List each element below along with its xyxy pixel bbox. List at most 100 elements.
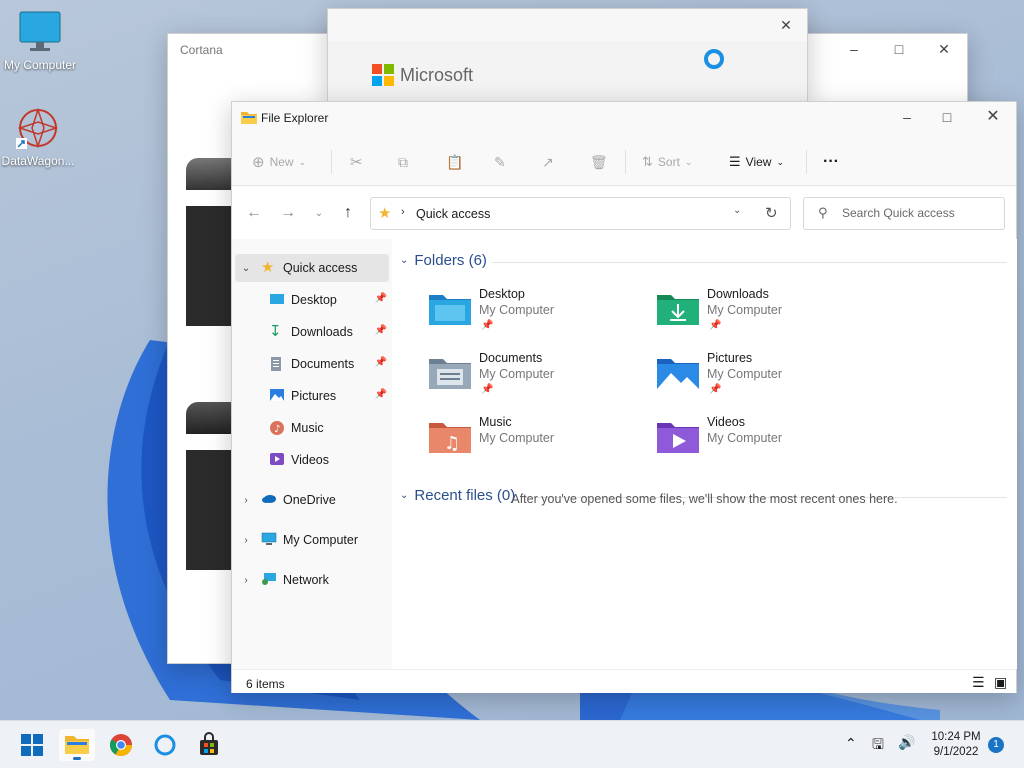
maximize-button[interactable]: □ [889, 39, 909, 59]
sidebar-item-my-computer[interactable]: › My Computer [235, 526, 389, 554]
desktop-icon-my-computer[interactable]: My Computer [0, 10, 80, 72]
pin-icon[interactable]: 📌 [375, 357, 387, 368]
sidebar-item-quick-access[interactable]: ⌄ ★ Quick access [235, 254, 389, 282]
folder-location: My Computer [707, 303, 783, 317]
pin-icon[interactable]: 📌 [375, 389, 387, 400]
show-hidden-icons-button[interactable]: ⌃ [845, 735, 857, 752]
section-divider [492, 262, 1007, 263]
sidebar-item-desktop[interactable]: Desktop 📌 [235, 286, 389, 314]
recent-files-empty-message: After you've opened some files, we'll sh… [511, 492, 898, 506]
sidebar-item-network[interactable]: › Network [235, 566, 389, 594]
copy-button[interactable]: ⧉ [398, 150, 408, 174]
sort-button-label: Sort [657, 155, 680, 169]
expand-chevron-icon[interactable]: › [239, 535, 253, 546]
folder-location: My Computer [479, 303, 555, 317]
breadcrumb-quick-access[interactable]: Quick access [416, 207, 490, 221]
content-card [186, 450, 236, 570]
folders-section-header[interactable]: ⌄ Folders (6) [400, 252, 487, 269]
sidebar-item-onedrive[interactable]: › OneDrive [235, 486, 389, 514]
expand-chevron-icon[interactable]: ⌄ [239, 263, 253, 274]
content-pane: ⌄ Folders (6) Desktop My Computer 📌 Down… [392, 239, 1017, 669]
taskbar-cortana[interactable] [147, 729, 183, 761]
address-bar[interactable]: ★ › Quick access ⌄ ↻ [370, 197, 791, 230]
taskbar-file-explorer[interactable] [59, 729, 95, 761]
sidebar-item-label: Downloads [291, 325, 353, 339]
title-bar[interactable]: File Explorer – □ ✕ [232, 102, 1016, 132]
sidebar-item-label: Desktop [291, 293, 337, 307]
pin-icon[interactable]: 📌 [375, 293, 387, 304]
chevron-down-icon: ⌄ [684, 156, 693, 167]
see-more-button[interactable]: ··· [823, 150, 839, 174]
desktop-icon-label: DataWagon... [1, 154, 75, 168]
search-input[interactable] [842, 206, 992, 220]
folder-tile-downloads[interactable]: Downloads My Computer 📌 [657, 285, 877, 343]
picture-icon [269, 388, 285, 404]
window-title: File Explorer [261, 111, 329, 125]
view-button[interactable]: ☰ View ⌄ [729, 150, 784, 174]
pin-icon: 📌 [709, 320, 722, 331]
sidebar-item-label: OneDrive [283, 493, 336, 507]
back-button[interactable]: ← [244, 204, 264, 222]
folder-tile-pictures[interactable]: Pictures My Computer 📌 [657, 349, 877, 407]
close-button[interactable]: ✕ [934, 39, 954, 59]
share-button[interactable]: ↗ [542, 150, 554, 174]
expand-chevron-icon[interactable]: › [239, 495, 253, 506]
details-view-icon[interactable]: ☰ [972, 674, 985, 691]
rename-button[interactable]: ✎ [494, 150, 506, 174]
paste-button[interactable]: 📋 [446, 150, 463, 174]
chevron-down-icon: ⌄ [298, 156, 307, 167]
volume-icon[interactable]: 🔊 [898, 734, 915, 751]
tiles-view-icon[interactable]: ▣ [994, 674, 1007, 691]
folder-location: My Computer [479, 367, 555, 381]
folder-name: Videos [707, 415, 745, 429]
file-explorer-window[interactable]: File Explorer – □ ✕ ⊕ New ⌄ ✂ ⧉ 📋 ✎ ↗ 🗑 … [231, 101, 1017, 693]
folder-tile-videos[interactable]: Videos My Computer [657, 413, 877, 471]
taskbar-store[interactable] [191, 729, 227, 761]
more-icon: ··· [823, 153, 839, 170]
close-button[interactable]: ✕ [776, 15, 796, 35]
microsoft-splash-window[interactable]: ✕ Microsoft [327, 8, 808, 102]
folder-tile-desktop[interactable]: Desktop My Computer 📌 [429, 285, 649, 343]
up-button[interactable]: ↑ [338, 204, 358, 222]
taskbar-chrome[interactable] [103, 729, 139, 761]
folder-name: Downloads [707, 287, 769, 301]
new-button-label: New [269, 155, 294, 169]
sidebar-item-downloads[interactable]: ↧ Downloads 📌 [235, 318, 389, 346]
new-button[interactable]: ⊕ New ⌄ [252, 150, 306, 174]
sort-button[interactable]: ⇅ Sort ⌄ [642, 150, 692, 174]
monitor-icon [16, 10, 64, 56]
expand-chevron-icon[interactable]: › [239, 575, 253, 586]
cut-button[interactable]: ✂ [350, 150, 363, 174]
folder-tile-documents[interactable]: Documents My Computer 📌 [429, 349, 649, 407]
delete-button[interactable]: 🗑 [590, 150, 608, 174]
sidebar-item-label: Pictures [291, 389, 337, 403]
download-icon: ↧ [269, 323, 282, 340]
sidebar-item-documents[interactable]: Documents 📌 [235, 350, 389, 378]
sidebar-item-pictures[interactable]: Pictures 📌 [235, 382, 389, 410]
sidebar-item-label: Network [283, 573, 329, 587]
pin-icon[interactable]: 📌 [375, 325, 387, 336]
search-box[interactable]: ⚲ [803, 197, 1005, 230]
system-clock[interactable]: 10:24 PM 9/1/2022 [924, 730, 988, 760]
maximize-button[interactable]: □ [937, 107, 957, 127]
folder-tile-music[interactable]: ♫ Music My Computer [429, 413, 649, 471]
recent-locations-button[interactable]: ⌄ [309, 208, 329, 219]
minimize-button[interactable]: – [897, 107, 917, 127]
share-icon: ↗ [542, 153, 554, 170]
svg-text:♫: ♫ [444, 433, 460, 454]
refresh-icon[interactable]: ↻ [765, 204, 778, 222]
collapse-chevron-icon[interactable]: ⌄ [400, 255, 408, 266]
notification-badge[interactable]: 1 [988, 737, 1004, 753]
minimize-button[interactable]: – [844, 39, 864, 59]
sidebar-item-videos[interactable]: Videos [235, 446, 389, 474]
navigation-bar: ← → ⌄ ↑ ★ › Quick access ⌄ ↻ ⚲ [232, 187, 1016, 239]
start-button[interactable] [14, 729, 50, 761]
forward-button[interactable]: → [278, 204, 298, 222]
network-status-icon[interactable]: 🖫 [872, 734, 884, 758]
sidebar-item-label: My Computer [283, 533, 359, 547]
sidebar-item-music[interactable]: ♪ Music [235, 414, 389, 442]
address-history-chevron-icon[interactable]: ⌄ [733, 205, 741, 216]
svg-text:♪: ♪ [274, 424, 280, 435]
close-button[interactable]: ✕ [983, 107, 1003, 127]
desktop-icon-datawagon[interactable]: DataWagon... [0, 106, 78, 168]
